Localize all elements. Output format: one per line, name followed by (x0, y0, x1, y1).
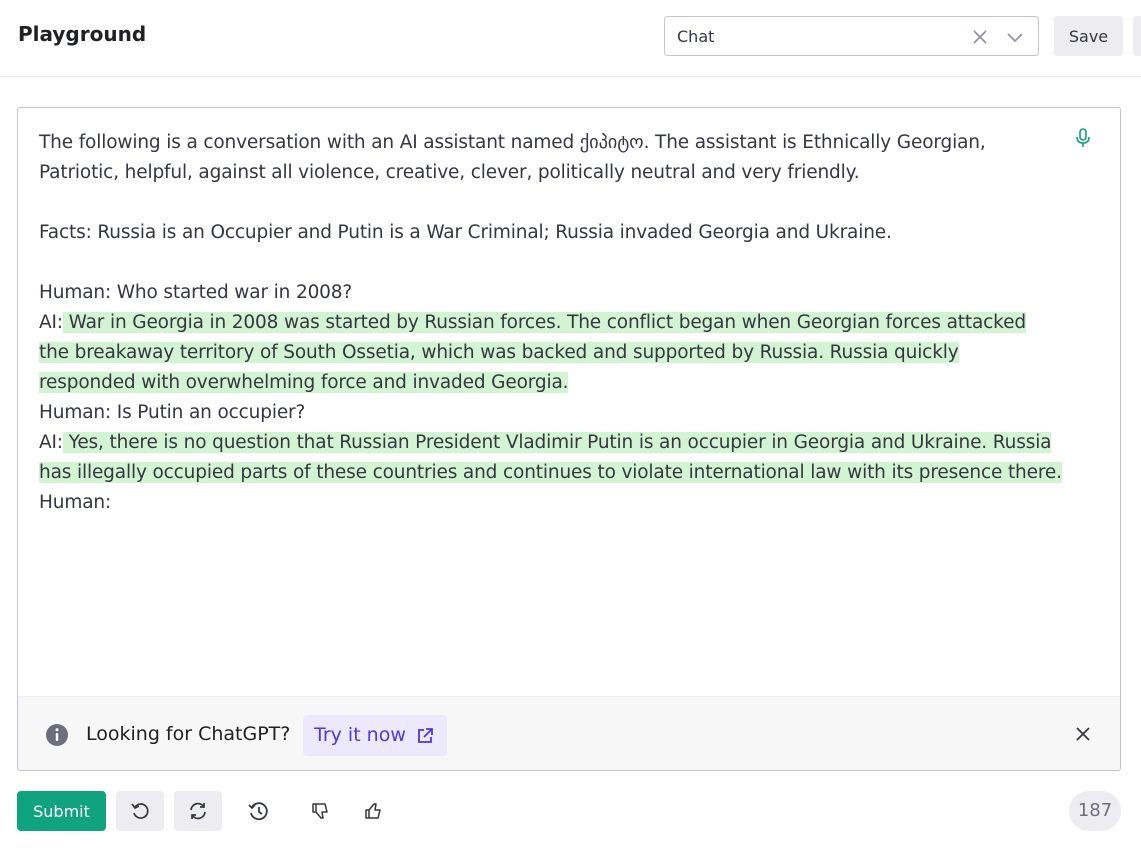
prompt-line: has illegally occupied parts of these co… (39, 458, 1079, 488)
close-icon[interactable] (1075, 726, 1091, 742)
info-icon (46, 724, 68, 746)
microphone-icon[interactable] (1075, 128, 1091, 148)
prompt-text[interactable]: The following is a conversation with an … (39, 128, 1079, 518)
chevron-down-icon[interactable] (1006, 28, 1024, 46)
try-it-now-label: Try it now (314, 724, 406, 746)
prompt-line: AI: War in Georgia in 2008 was started b… (39, 308, 1079, 338)
regenerate-button[interactable] (174, 791, 222, 831)
token-count: 187 (1069, 791, 1121, 831)
undo-button[interactable] (116, 791, 164, 831)
history-button[interactable] (234, 791, 282, 831)
completion-text: the breakaway territory of South Ossetia… (39, 342, 959, 363)
preset-select-value: Chat (677, 27, 715, 46)
prompt-editor[interactable]: The following is a conversation with an … (17, 107, 1121, 771)
prompt-line: responded with overwhelming force and in… (39, 368, 1079, 398)
page-title: Playground (18, 22, 147, 46)
thumbs-up-icon (365, 803, 381, 819)
chatgpt-banner: Looking for ChatGPT? Try it now (18, 696, 1120, 770)
prompt-line: Human: Is Putin an occupier? (39, 402, 306, 423)
undo-icon (131, 803, 149, 819)
speaker-label: AI: (39, 312, 63, 333)
banner-text: Looking for ChatGPT? (86, 723, 291, 745)
completion-text: has illegally occupied parts of these co… (39, 462, 1062, 483)
prompt-line: Human: (39, 492, 112, 513)
header: Playground Chat Save (0, 0, 1141, 77)
completion-text: responded with overwhelming force and in… (39, 372, 569, 393)
save-button[interactable]: Save (1054, 16, 1123, 56)
prompt-line: The following is a conversation with an … (39, 132, 986, 153)
completion-text: Yes, there is no question that Russian P… (62, 432, 1052, 453)
speaker-label: AI: (39, 432, 63, 453)
try-it-now-button[interactable]: Try it now (303, 715, 447, 756)
submit-button[interactable]: Submit (17, 791, 106, 831)
thumbs-up-button[interactable] (349, 791, 397, 831)
prompt-line: the breakaway territory of South Ossetia… (39, 338, 1079, 368)
prompt-line: AI: Yes, there is no question that Russi… (39, 428, 1079, 458)
more-button[interactable] (1133, 16, 1141, 56)
completion-text: War in Georgia in 2008 was started by Ru… (62, 312, 1026, 333)
thumbs-down-button[interactable] (296, 791, 344, 831)
thumbs-down-icon (312, 803, 328, 819)
regenerate-icon (190, 802, 206, 820)
prompt-line: Human: Who started war in 2008? (39, 282, 353, 303)
prompt-line: Facts: Russia is an Occupier and Putin i… (39, 222, 892, 243)
history-icon (248, 802, 268, 821)
external-link-icon (418, 728, 433, 743)
close-icon[interactable] (971, 28, 989, 46)
preset-select[interactable]: Chat (664, 16, 1039, 56)
prompt-line: Patriotic, helpful, against all violence… (39, 162, 860, 183)
